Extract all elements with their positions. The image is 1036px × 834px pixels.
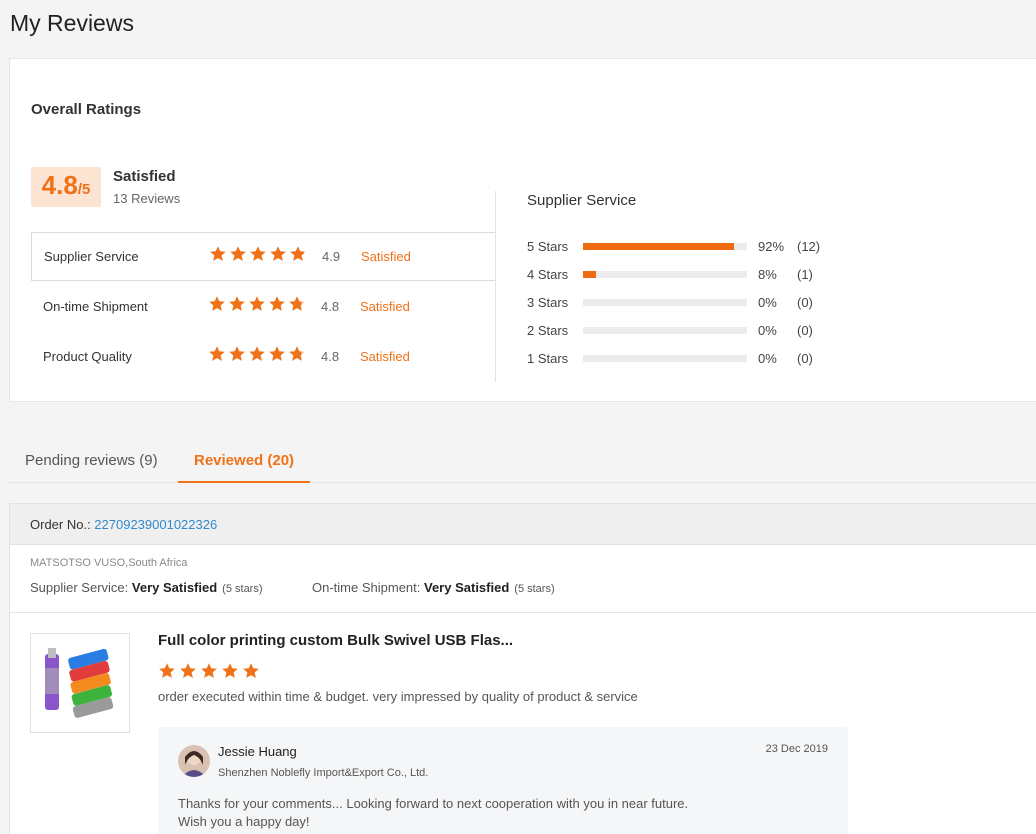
distribution-label: 1 Stars bbox=[527, 350, 569, 366]
product-title[interactable]: Full color printing custom Bulk Swivel U… bbox=[158, 632, 513, 649]
order-number-label: Order No.: bbox=[30, 517, 95, 532]
distribution-percent: 0% bbox=[758, 350, 777, 366]
metric-score: 4.8 bbox=[321, 299, 340, 314]
shipment-label: On-time Shipment: bbox=[312, 580, 424, 595]
star-icon bbox=[209, 245, 227, 268]
supplier-service-value: Very Satisfied bbox=[131, 580, 218, 595]
overall-score-suffix: /5 bbox=[77, 181, 91, 198]
order-separator bbox=[10, 612, 1036, 613]
tab-reviewed[interactable]: Reviewed (20) bbox=[178, 438, 311, 483]
reply-date: 23 Dec 2019 bbox=[765, 743, 828, 755]
star-icon bbox=[200, 662, 218, 685]
distribution-bar-fill bbox=[583, 243, 734, 250]
star-icon bbox=[289, 245, 307, 268]
metric-name: Supplier Service bbox=[44, 249, 139, 264]
metric-score: 4.9 bbox=[322, 249, 341, 264]
supplier-reply: Jessie Huang Shenzhen Noblefly Import&Ex… bbox=[158, 727, 848, 834]
distribution-percent: 0% bbox=[758, 294, 777, 310]
metric-stars bbox=[208, 295, 306, 318]
ratings-divider bbox=[495, 191, 496, 382]
overall-ratings-card: Overall Ratings 4.8 /5 Satisfied 13 Revi… bbox=[9, 58, 1036, 402]
star-icon bbox=[228, 295, 246, 318]
review-stars bbox=[158, 662, 260, 685]
distribution-label: 2 Stars bbox=[527, 322, 569, 338]
star-icon bbox=[249, 245, 267, 268]
shipment-rating: On-time Shipment: Very Satisfied (5 stars… bbox=[312, 580, 555, 595]
review-tabs: Pending reviews (9) Reviewed (20) bbox=[9, 438, 1036, 483]
distribution-count: (12) bbox=[797, 238, 821, 254]
distribution-percent: 8% bbox=[758, 266, 777, 282]
star-icon bbox=[248, 295, 266, 318]
star-icon bbox=[229, 245, 247, 268]
star-icon bbox=[248, 345, 266, 368]
order-number-link[interactable]: 22709239001022326 bbox=[94, 517, 217, 532]
reply-company: Shenzhen Noblefly Import&Export Co., Ltd… bbox=[218, 767, 429, 779]
metric-status: Satisfied bbox=[361, 249, 411, 264]
reply-text-line: Wish you a happy day! bbox=[178, 814, 310, 829]
star-icon bbox=[158, 662, 176, 685]
distribution-bar bbox=[583, 327, 747, 334]
reply-author-name: Jessie Huang bbox=[218, 744, 297, 759]
star-icon bbox=[288, 345, 306, 368]
distribution-percent: 92% bbox=[758, 238, 785, 254]
overall-ratings-title: Overall Ratings bbox=[31, 101, 142, 118]
order-review-card: Order No.: 22709239001022326 MATSOTSO VU… bbox=[9, 503, 1036, 834]
shipment-stars: (5 stars) bbox=[514, 583, 555, 595]
distribution-count: (1) bbox=[797, 266, 813, 282]
metric-status: Satisfied bbox=[360, 349, 410, 364]
metric-status: Satisfied bbox=[360, 299, 410, 314]
distribution-label: 3 Stars bbox=[527, 294, 569, 310]
page-title: My Reviews bbox=[10, 10, 134, 36]
buyer-location: MATSOTSO VUSO,South Africa bbox=[30, 557, 188, 569]
metric-score: 4.8 bbox=[321, 349, 340, 364]
distribution-bar bbox=[583, 355, 747, 362]
overall-score: 4.8 bbox=[41, 170, 78, 200]
distribution-bar-fill bbox=[583, 271, 597, 278]
distribution-count: (0) bbox=[797, 294, 813, 310]
supplier-service-stars: (5 stars) bbox=[222, 583, 263, 595]
product-image[interactable] bbox=[30, 633, 130, 733]
shipment-value: Very Satisfied bbox=[424, 580, 510, 595]
distribution-bar bbox=[583, 299, 747, 306]
overall-score-badge: 4.8 /5 bbox=[31, 167, 101, 207]
star-icon bbox=[179, 662, 197, 685]
metric-row-product-quality[interactable]: Product Quality 4.8 Satisfied bbox=[31, 332, 496, 381]
overall-score-label: Satisfied bbox=[113, 168, 176, 185]
distribution-label: 5 Stars bbox=[527, 238, 569, 254]
metric-stars bbox=[209, 245, 307, 268]
star-icon bbox=[208, 345, 226, 368]
distribution-bar bbox=[583, 243, 747, 250]
review-text: order executed within time & budget. ver… bbox=[158, 689, 638, 704]
distribution-count: (0) bbox=[797, 350, 813, 366]
metric-name: On-time Shipment bbox=[43, 299, 148, 314]
order-header: Order No.: 22709239001022326 bbox=[10, 504, 1036, 545]
metric-row-supplier-service[interactable]: Supplier Service 4.9 Satisfied bbox=[31, 232, 496, 281]
star-icon bbox=[268, 295, 286, 318]
metric-name: Product Quality bbox=[43, 349, 132, 364]
star-icon bbox=[242, 662, 260, 685]
reply-text: Thanks for your comments... Looking forw… bbox=[178, 795, 688, 831]
avatar bbox=[178, 745, 210, 777]
supplier-service-rating: Supplier Service: Very Satisfied (5 stars… bbox=[30, 580, 263, 595]
reply-text-line: Thanks for your comments... Looking forw… bbox=[178, 796, 689, 811]
star-icon bbox=[221, 662, 239, 685]
distribution-title: Supplier Service bbox=[527, 192, 637, 209]
star-icon bbox=[228, 345, 246, 368]
distribution-label: 4 Stars bbox=[527, 266, 569, 282]
tab-pending-reviews[interactable]: Pending reviews (9) bbox=[25, 438, 158, 483]
star-icon bbox=[269, 245, 287, 268]
distribution-percent: 0% bbox=[758, 322, 777, 338]
star-icon bbox=[288, 295, 306, 318]
distribution-count: (0) bbox=[797, 322, 813, 338]
metric-stars bbox=[208, 345, 306, 368]
distribution-bar bbox=[583, 271, 747, 278]
usb-drive-icon bbox=[45, 648, 114, 718]
metric-row-on-time-shipment[interactable]: On-time Shipment 4.8 Satisfied bbox=[31, 282, 496, 331]
supplier-service-label: Supplier Service: bbox=[30, 580, 132, 595]
review-count: 13 Reviews bbox=[113, 191, 181, 206]
star-icon bbox=[268, 345, 286, 368]
star-icon bbox=[208, 295, 226, 318]
